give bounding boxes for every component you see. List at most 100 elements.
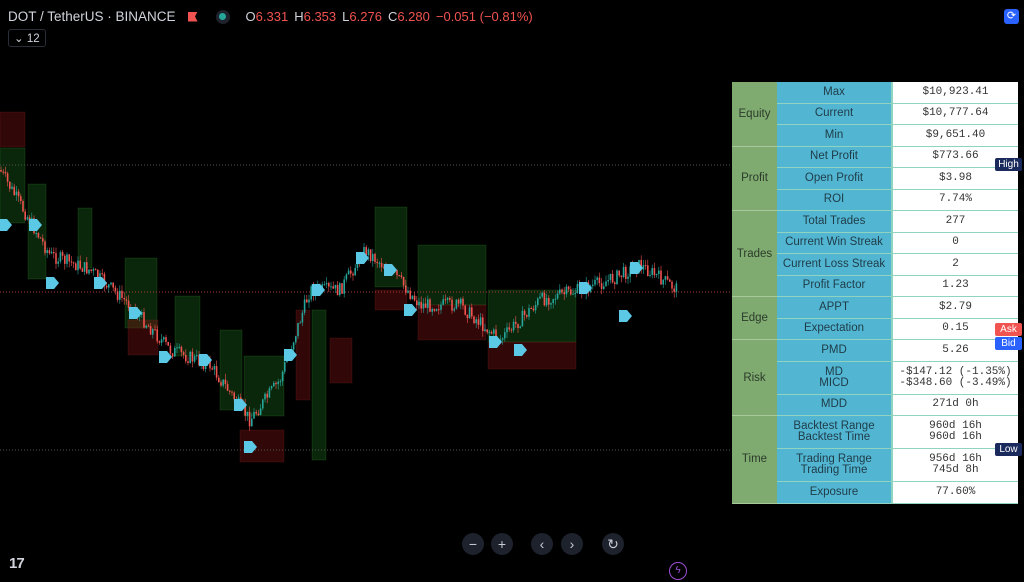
zoom-out-button[interactable]: − — [462, 533, 484, 555]
candle-body — [266, 393, 268, 398]
candle-body — [367, 249, 370, 256]
stats-row: Profit Net Profit $773.66 — [732, 146, 1018, 211]
candle-body — [596, 277, 598, 280]
candle-body — [231, 391, 233, 393]
candle-body — [37, 232, 40, 238]
candle-body — [350, 270, 352, 274]
candle-body — [552, 299, 554, 304]
scroll-left-button[interactable]: ‹ — [531, 533, 553, 555]
candle-body — [20, 196, 22, 202]
candle-body — [75, 263, 77, 271]
candle-body — [308, 299, 310, 303]
candle-body — [257, 413, 260, 416]
candle-body — [561, 289, 563, 293]
candle-body — [477, 319, 480, 325]
candle-body — [22, 201, 24, 212]
candle-body — [352, 273, 354, 276]
candle-body — [224, 379, 227, 385]
candle-body — [455, 299, 458, 309]
candle-body — [2, 171, 4, 173]
symbol-title[interactable]: DOT / TetherUS · BINANCE — [8, 9, 176, 24]
candle-body — [24, 211, 26, 220]
candle-body — [262, 399, 264, 409]
candle-body — [167, 342, 169, 346]
candle-body — [543, 292, 546, 306]
sync-icon[interactable]: ⟳ — [1004, 9, 1019, 24]
candle-body — [125, 299, 128, 301]
candle-body — [594, 279, 596, 285]
stats-metric-label: Current Win Streak — [777, 232, 892, 254]
candle-body — [475, 319, 477, 324]
candle-body — [446, 298, 449, 300]
candle-body — [187, 361, 189, 363]
candle-body — [550, 303, 552, 305]
candle-body — [449, 298, 451, 300]
candle-body — [92, 269, 95, 271]
candle-body — [70, 261, 73, 263]
stats-group-label: Equity — [732, 82, 777, 147]
candle-body — [471, 307, 473, 317]
candle-body — [457, 299, 460, 304]
stats-metric-label: ROI — [777, 189, 892, 211]
candle-body — [372, 253, 374, 261]
stats-metric-value: $2.79 — [891, 296, 1018, 319]
candle-body — [123, 297, 125, 300]
zoom-in-button[interactable]: + — [491, 533, 513, 555]
stats-metric-value: 2 — [891, 253, 1018, 276]
candle-body — [675, 283, 678, 292]
trade-zone — [329, 337, 353, 384]
candle-body — [114, 287, 117, 292]
stats-metric-label: Current — [777, 103, 892, 125]
candle-body — [50, 251, 53, 254]
tradingview-logo[interactable]: 17 — [9, 555, 25, 572]
candle-body — [554, 298, 557, 300]
ask-price-tag: Ask — [995, 323, 1022, 336]
candle-body — [453, 308, 455, 311]
stats-metric-value: 0 — [891, 232, 1018, 254]
candle-body — [215, 366, 218, 378]
scroll-right-button[interactable]: › — [561, 533, 583, 555]
candle-body — [435, 309, 438, 311]
candle-body — [4, 171, 7, 174]
candle-body — [622, 266, 625, 278]
candle-body — [79, 260, 81, 269]
candle-body — [61, 252, 64, 256]
candle-body — [15, 191, 18, 195]
candle-body — [72, 262, 75, 264]
candle-body — [413, 295, 416, 301]
candle-body — [154, 329, 156, 331]
candle-body — [669, 279, 671, 282]
candle-body — [325, 283, 328, 285]
stats-row: Trades Total Trades 277 — [732, 210, 1018, 297]
stats-metric-label: Profit Factor — [777, 275, 892, 297]
candle-body — [220, 382, 222, 386]
candle-body — [193, 356, 196, 362]
candle-body — [530, 308, 532, 310]
candle-body — [17, 191, 20, 197]
lightning-icon[interactable]: ϟ — [669, 562, 687, 580]
candle-body — [673, 288, 675, 292]
flag-icon[interactable] — [187, 11, 198, 22]
candle-body — [334, 284, 337, 289]
candle-body — [345, 274, 348, 280]
stats-metric-value: $10,923.41 — [891, 82, 1018, 104]
candle-body — [68, 254, 70, 262]
trade-zone — [0, 147, 26, 224]
candle-body — [251, 418, 253, 427]
candle-body — [517, 323, 519, 329]
candle-body — [398, 275, 400, 277]
reset-chart-button[interactable]: ↻ — [602, 533, 624, 555]
candle-body — [548, 298, 550, 305]
stats-group-label: Trades — [732, 210, 777, 297]
candle-body — [143, 311, 145, 328]
candle-body — [152, 329, 154, 335]
interval-toggle[interactable]: ⌄ 12 — [8, 29, 46, 47]
stats-metric-value: $9,651.40 — [891, 124, 1018, 147]
trade-zone — [417, 244, 487, 306]
candle-body — [105, 285, 108, 288]
candle-body — [354, 268, 356, 276]
candle-body — [222, 379, 224, 386]
candle-body — [464, 305, 466, 315]
candle-body — [57, 261, 59, 264]
trade-marker-icon — [356, 252, 369, 264]
